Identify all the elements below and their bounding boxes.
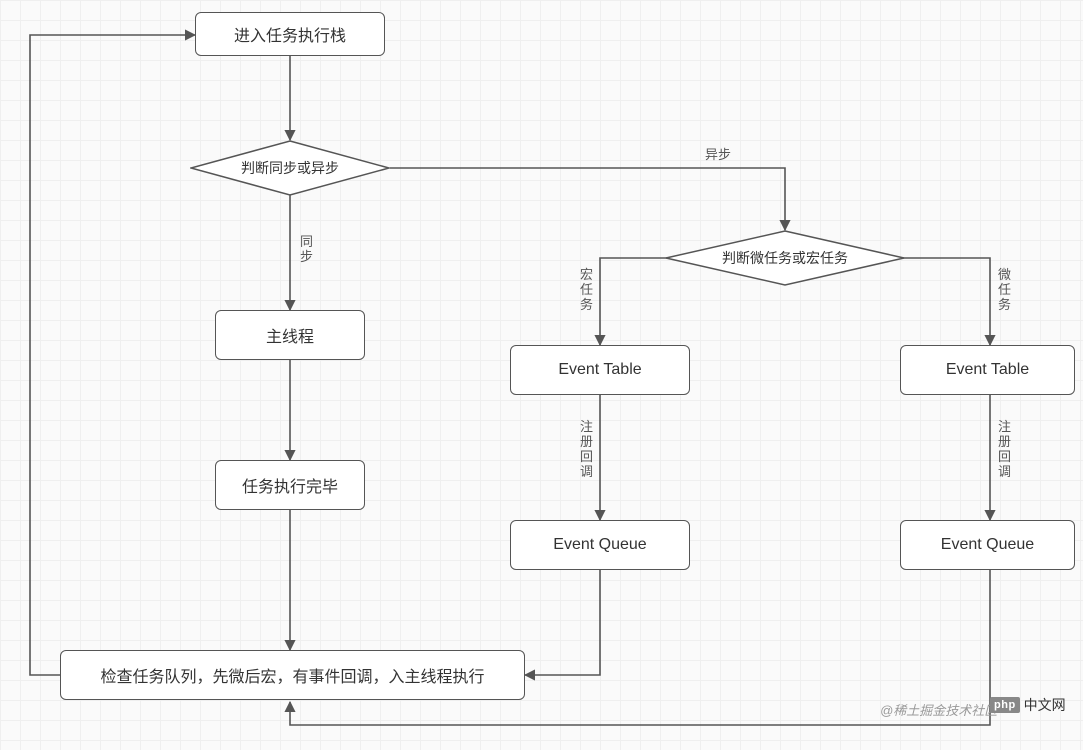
decision-micro-macro: 判断微任务或宏任务 xyxy=(665,230,905,286)
logo-badge: php xyxy=(990,697,1020,713)
site-logo: php 中文网 xyxy=(990,695,1066,715)
edge-label-register-right: 注 册 回 调 xyxy=(998,420,1011,480)
node-event-queue-right: Event Queue xyxy=(900,520,1075,570)
edge-label-async: 异步 xyxy=(705,148,731,163)
edge-label-macro: 宏 任 务 xyxy=(580,268,593,313)
node-check-queue: 检查任务队列，先微后宏，有事件回调，入主线程执行 xyxy=(60,650,525,700)
node-enter-stack: 进入任务执行栈 xyxy=(195,12,385,56)
decision-micro-macro-label: 判断微任务或宏任务 xyxy=(722,248,848,268)
edge-label-register-left: 注 册 回 调 xyxy=(580,420,593,480)
node-task-done: 任务执行完毕 xyxy=(215,460,365,510)
watermark-text: @稀土掘金技术社区 xyxy=(880,700,997,719)
logo-text: 中文网 xyxy=(1024,695,1066,715)
edge-label-sync: 同 步 xyxy=(300,235,313,265)
node-event-queue-left: Event Queue xyxy=(510,520,690,570)
edge-label-micro: 微 任 务 xyxy=(998,268,1011,313)
decision-sync-label: 判断同步或异步 xyxy=(241,158,339,178)
node-event-table-right: Event Table xyxy=(900,345,1075,395)
node-main-thread: 主线程 xyxy=(215,310,365,360)
node-event-table-left: Event Table xyxy=(510,345,690,395)
decision-sync-async: 判断同步或异步 xyxy=(190,140,390,196)
